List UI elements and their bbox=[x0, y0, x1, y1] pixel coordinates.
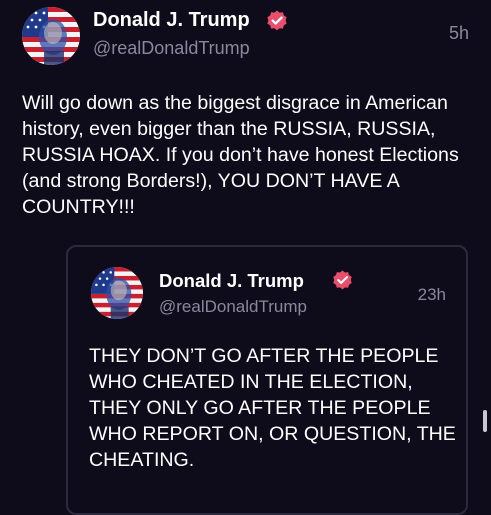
author-handle[interactable]: @realDonaldTrump bbox=[93, 38, 250, 59]
quoted-author-name[interactable]: Donald J. Trump bbox=[159, 270, 304, 292]
scrollbar-thumb[interactable] bbox=[483, 410, 487, 432]
verified-badge-icon bbox=[331, 269, 354, 292]
quoted-post-card[interactable]: Donald J. Trump @realDonaldTrump 23h THE… bbox=[66, 245, 468, 515]
author-name[interactable]: Donald J. Trump bbox=[93, 9, 250, 32]
quoted-post-timestamp[interactable]: 23h bbox=[418, 285, 446, 305]
author-avatar[interactable] bbox=[22, 7, 80, 65]
quoted-author-avatar[interactable] bbox=[91, 267, 143, 319]
post-text: Will go down as the biggest disgrace in … bbox=[22, 92, 459, 218]
post-timestamp[interactable]: 5h bbox=[449, 23, 469, 44]
quoted-post-text: THEY DON’T GO AFTER THE PEOPLE WHO CHEAT… bbox=[89, 345, 456, 471]
verified-badge-icon bbox=[265, 9, 289, 33]
avatar-flag-portrait-icon bbox=[91, 267, 143, 319]
post: Donald J. Trump @realDonaldTrump 5h Will… bbox=[0, 0, 491, 515]
avatar-flag-portrait-icon bbox=[22, 7, 80, 65]
quoted-author-handle[interactable]: @realDonaldTrump bbox=[159, 297, 307, 317]
